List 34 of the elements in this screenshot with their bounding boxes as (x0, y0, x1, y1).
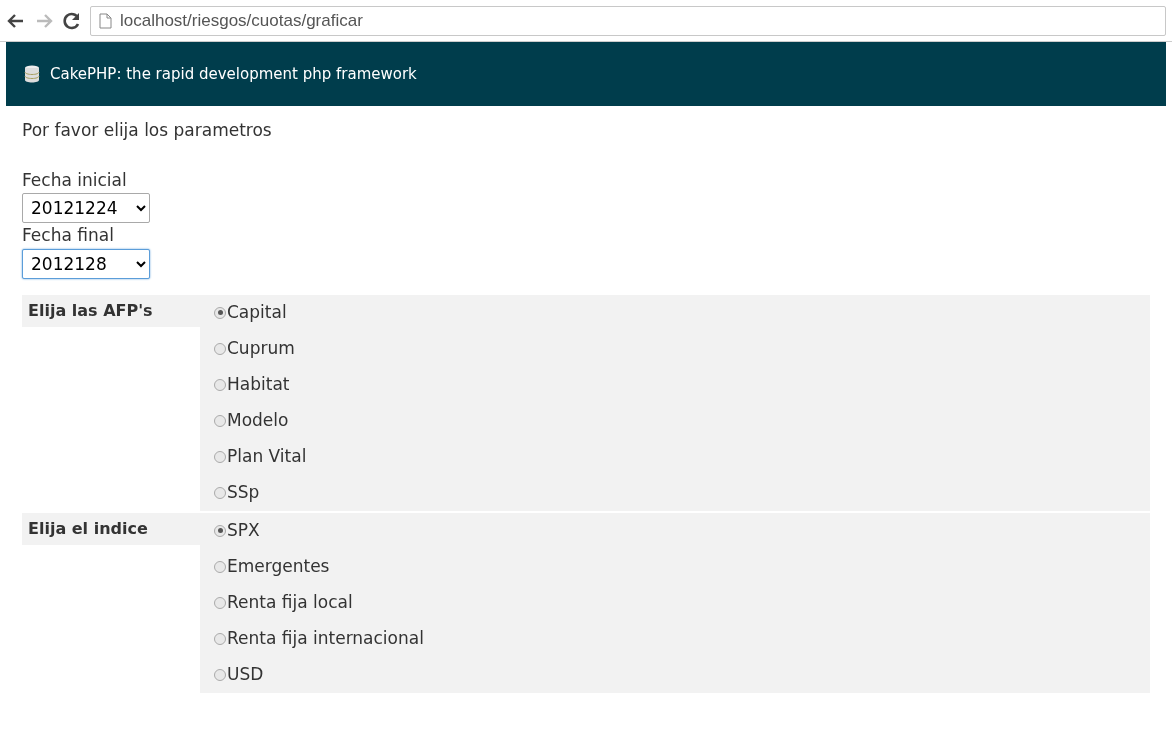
option-label: Cuprum (227, 336, 295, 360)
option-label: USD (227, 662, 264, 686)
group-label: Elija el indice (22, 512, 200, 545)
radio-button[interactable] (214, 524, 226, 537)
field-label: Fecha inicial (22, 168, 128, 192)
radio-button[interactable] (214, 632, 226, 645)
page-icon (99, 12, 112, 29)
option-label: Emergentes (227, 554, 330, 578)
radio-button[interactable] (214, 342, 226, 355)
option-label: SSp (227, 480, 260, 504)
radio-button[interactable] (214, 560, 226, 573)
group-label: Elija las AFP's (22, 294, 200, 327)
option-label: Modelo (227, 408, 289, 432)
field-label: Fecha final (22, 224, 115, 247)
intro-text: Por favor elija los parametros (22, 119, 273, 142)
option-label: Capital (227, 300, 287, 324)
radio-button[interactable] (214, 378, 226, 391)
radio-button[interactable] (214, 668, 226, 681)
option-label: SPX (227, 518, 260, 542)
date-dropdown[interactable]: 2012128 (22, 248, 150, 279)
header-title: CakePHP: the rapid development php framework (50, 63, 417, 85)
option-label: Renta fija internacional (227, 626, 424, 650)
radio-button[interactable] (214, 414, 226, 427)
reload-icon[interactable] (62, 10, 82, 31)
option-label: Renta fija local (227, 590, 353, 614)
address-bar[interactable]: localhost/riesgos/cuotas/graficar (90, 5, 1166, 36)
database-icon (22, 64, 42, 84)
option-label: Habitat (227, 372, 290, 396)
radio-button[interactable] (214, 306, 226, 319)
radio-button[interactable] (214, 450, 226, 463)
radio-button[interactable] (214, 486, 226, 499)
radio-button[interactable] (214, 596, 226, 609)
option-label: Plan Vital (227, 444, 307, 468)
date-dropdown[interactable]: 20121224 (22, 193, 150, 223)
